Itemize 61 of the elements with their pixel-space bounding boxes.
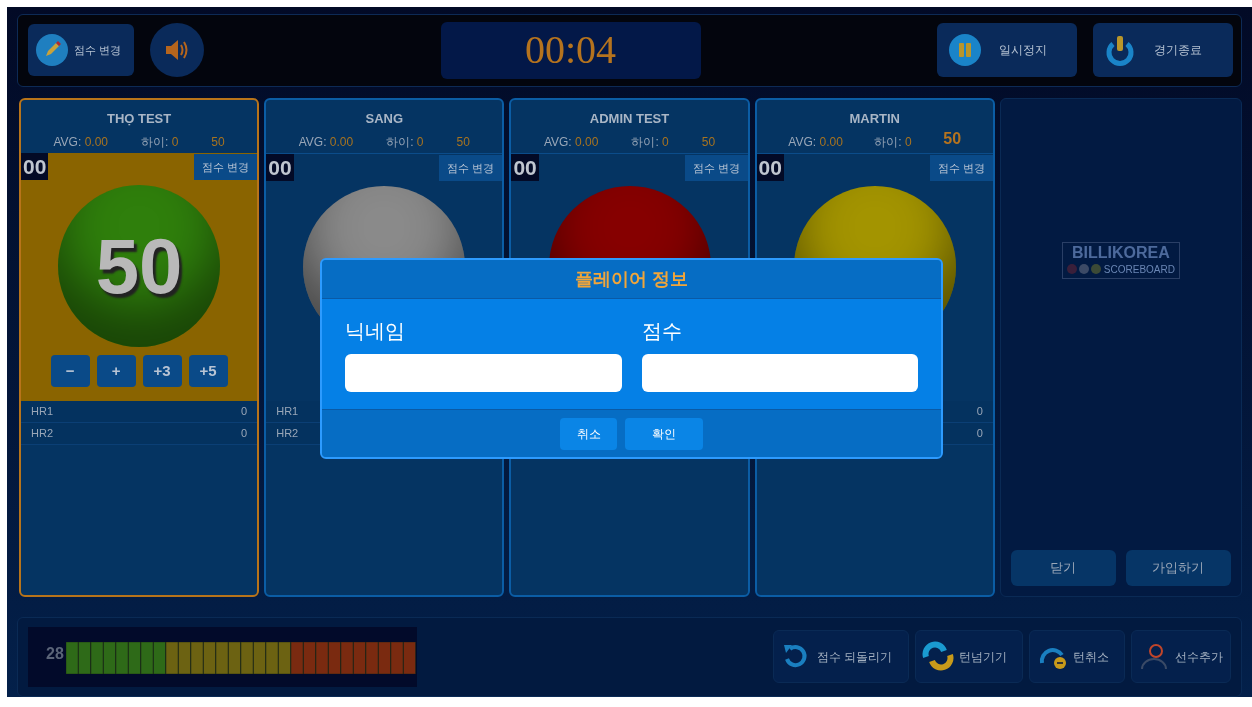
field-label: 점수 — [641, 319, 683, 344]
dialog-button[interactable]: 취소 — [560, 417, 617, 450]
player-name: ADMIN TEST — [588, 109, 671, 128]
avg-stat: AVG: 0.00 — [53, 134, 108, 152]
target-score: 50 — [701, 134, 716, 152]
action-button[interactable]: 점수 되돌리기 — [773, 630, 909, 684]
target-score: 50 — [456, 134, 470, 152]
row-label: HR2 — [31, 426, 53, 442]
power-icon — [1105, 34, 1135, 67]
score-adjust-button[interactable]: +5 — [188, 355, 228, 388]
row-value: 0 — [241, 426, 248, 442]
panel-button[interactable]: 가입하기 — [1125, 549, 1231, 586]
score-edit-button[interactable]: 점수 변경 — [439, 155, 503, 182]
timer-display: 00:04 — [440, 21, 701, 79]
player-name: SANG — [364, 109, 405, 128]
dialog-button[interactable]: 확인 — [625, 417, 703, 450]
pause-icon — [949, 34, 981, 67]
swap-arrows-icon — [922, 640, 954, 673]
player-name: MARTIN — [848, 109, 901, 128]
inning-counter: 00 — [756, 154, 784, 182]
row-label: HR2 — [276, 426, 299, 442]
pause-button[interactable]: 일시정지 — [937, 23, 1077, 78]
action-button[interactable]: 선수추가 — [1131, 630, 1231, 684]
avg-stat: AVG: 0.00 — [788, 134, 843, 152]
panel-button[interactable]: 닫기 — [1010, 549, 1116, 586]
target-score: 50 — [211, 134, 225, 152]
pencil-icon — [36, 34, 68, 67]
logo: BILLIKOREA SCOREBOARD — [1061, 241, 1180, 279]
end-game-button[interactable]: 경기종료 — [1093, 23, 1233, 78]
inning-counter: 00 — [21, 153, 49, 181]
high-stat: 하이: 0 — [874, 134, 912, 152]
player-name: THỌ TEST — [105, 109, 173, 128]
score-edit-button[interactable]: 점수 변경 — [28, 24, 134, 77]
score-edit-button[interactable]: 점수 변경 — [684, 155, 748, 182]
field-label: 닉네임 — [345, 319, 406, 344]
score-edit-button[interactable]: 점수 변경 — [929, 155, 993, 182]
input-field[interactable] — [641, 354, 918, 392]
row-value: 0 — [976, 404, 983, 420]
inning-counter: 00 — [511, 154, 539, 182]
target-score: 50 — [943, 129, 962, 150]
high-stat: 하이: 0 — [631, 134, 669, 152]
score-edit-button[interactable]: 점수 변경 — [194, 154, 258, 181]
row-value: 0 — [976, 426, 983, 442]
avg-stat: AVG: 0.00 — [298, 134, 354, 152]
inning-counter: 00 — [266, 154, 294, 182]
high-stat: 하이: 0 — [386, 134, 424, 152]
dots-icon — [1066, 264, 1101, 275]
row-value: 0 — [241, 404, 248, 420]
score-adjust-button[interactable]: +3 — [142, 355, 182, 388]
speaker-button[interactable] — [150, 23, 204, 78]
action-button[interactable]: 턴취소 — [1029, 630, 1125, 684]
meter-count: 28 — [46, 643, 65, 664]
row-label: HR1 — [31, 404, 53, 420]
avg-stat: AVG: 0.00 — [543, 134, 599, 152]
score-adjust-button[interactable]: − — [50, 355, 90, 388]
input-field[interactable] — [345, 354, 622, 392]
high-stat: 하이: 0 — [141, 134, 179, 152]
action-button[interactable]: 턴넘기기 — [915, 630, 1023, 684]
row-label: HR1 — [276, 404, 299, 420]
score-adjust-button[interactable]: + — [96, 355, 136, 388]
dialog-title: 플레이어 정보 — [322, 260, 941, 299]
